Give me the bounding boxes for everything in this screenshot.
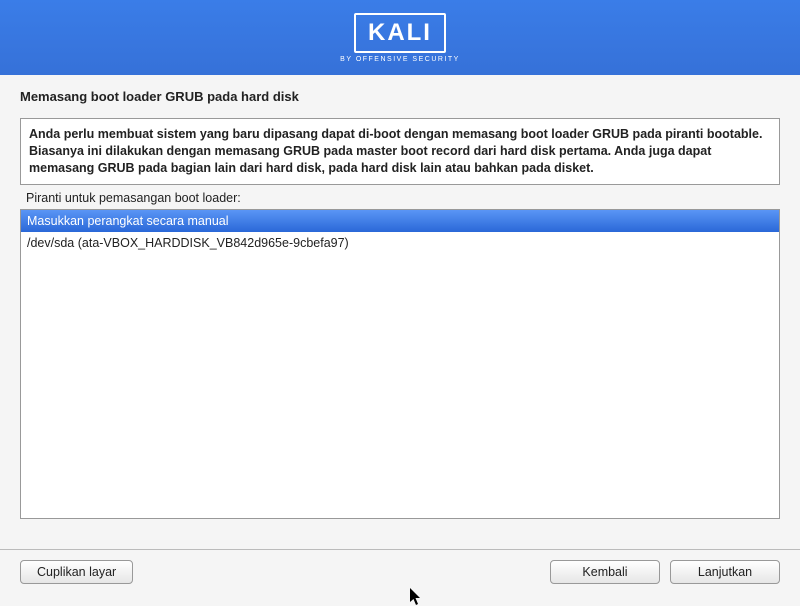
kali-logo: KALI BY OFFENSIVE SECURITY (340, 13, 460, 63)
header-banner: KALI BY OFFENSIVE SECURITY (0, 0, 800, 75)
content-area: Memasang boot loader GRUB pada hard disk… (0, 75, 800, 519)
logo-subtitle: BY OFFENSIVE SECURITY (340, 56, 460, 63)
logo-frame: KALI (354, 13, 446, 53)
device-list[interactable]: Masukkan perangkat secara manual /dev/sd… (20, 209, 780, 519)
instruction-text: Anda perlu membuat sistem yang baru dipa… (20, 118, 780, 185)
footer-right-group: Kembali Lanjutkan (550, 560, 780, 584)
continue-button[interactable]: Lanjutkan (670, 560, 780, 584)
device-option-sda[interactable]: /dev/sda (ata-VBOX_HARDDISK_VB842d965e-9… (21, 232, 779, 254)
screenshot-button[interactable]: Cuplikan layar (20, 560, 133, 584)
page-title: Memasang boot loader GRUB pada hard disk (20, 89, 780, 104)
device-field-label: Piranti untuk pemasangan boot loader: (26, 191, 780, 205)
device-option-manual[interactable]: Masukkan perangkat secara manual (21, 210, 779, 232)
footer-bar: Cuplikan layar Kembali Lanjutkan (0, 549, 800, 600)
logo-text: KALI (368, 19, 432, 47)
back-button[interactable]: Kembali (550, 560, 660, 584)
